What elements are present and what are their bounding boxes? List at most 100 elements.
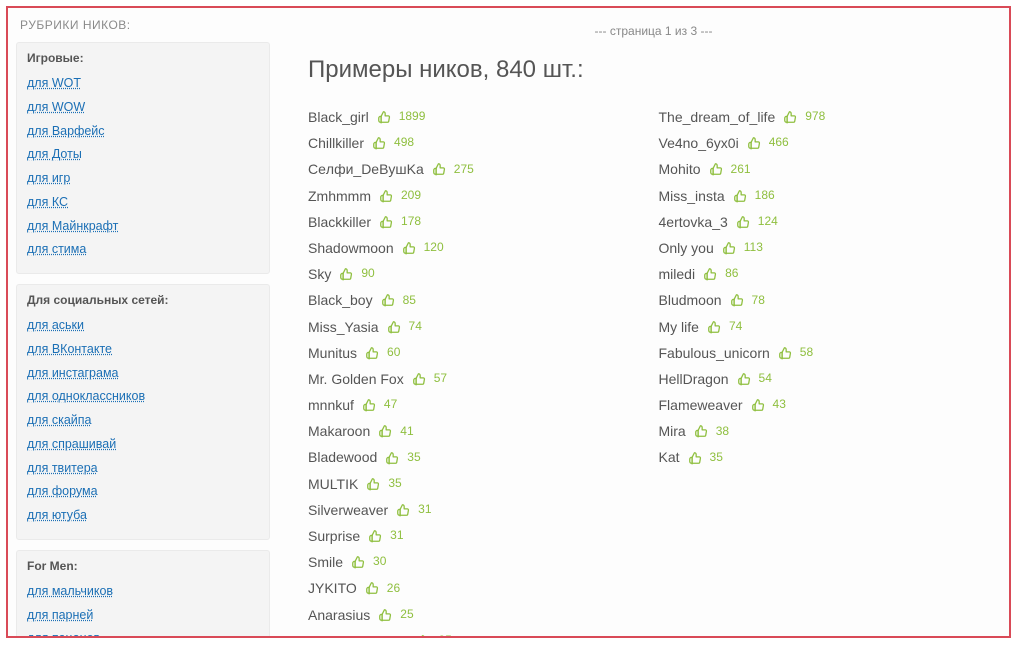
sidebar-link[interactable]: для мальчиков bbox=[27, 584, 113, 598]
thumbs-up-icon[interactable] bbox=[707, 320, 721, 334]
sidebar-link[interactable]: для инстаграма bbox=[27, 366, 119, 380]
nick-name[interactable]: miledi bbox=[659, 265, 696, 283]
nick-row: Silverweaver31 bbox=[308, 501, 649, 519]
nick-name[interactable]: Chillkiller bbox=[308, 134, 364, 152]
nick-name[interactable]: MULTIK bbox=[308, 475, 358, 493]
thumbs-up-icon[interactable] bbox=[365, 581, 379, 595]
thumbs-up-icon[interactable] bbox=[379, 215, 393, 229]
sidebar-item: для игр bbox=[27, 168, 259, 188]
thumbs-up-icon[interactable] bbox=[385, 451, 399, 465]
nick-name[interactable]: Blackkiller bbox=[308, 213, 371, 231]
thumbs-up-icon[interactable] bbox=[703, 267, 717, 281]
sidebar-link[interactable]: для WOW bbox=[27, 100, 85, 114]
nick-name[interactable]: Miss_insta bbox=[659, 187, 725, 205]
nick-row: My life74 bbox=[659, 318, 1000, 336]
sidebar-link[interactable]: для одноклассников bbox=[27, 389, 145, 403]
thumbs-up-icon[interactable] bbox=[736, 215, 750, 229]
nick-name[interactable]: 4ertovka_3 bbox=[659, 213, 728, 231]
sidebar-item: для спрашивай bbox=[27, 434, 259, 454]
thumbs-up-icon[interactable] bbox=[379, 189, 393, 203]
nick-name[interactable]: Bludmoon bbox=[659, 291, 722, 309]
sidebar-link[interactable]: для твитера bbox=[27, 461, 98, 475]
nick-name[interactable]: HellDragon bbox=[659, 370, 729, 388]
thumbs-up-icon[interactable] bbox=[737, 372, 751, 386]
nick-name[interactable]: Munitus bbox=[308, 344, 357, 362]
nick-name[interactable]: mnnkuf bbox=[308, 396, 354, 414]
nick-row: mnnkuf47 bbox=[308, 396, 649, 414]
thumbs-up-icon[interactable] bbox=[688, 451, 702, 465]
nick-name[interactable]: Bladewood bbox=[308, 448, 377, 466]
thumbs-up-icon[interactable] bbox=[751, 398, 765, 412]
sidebar-link[interactable]: для спрашивай bbox=[27, 437, 116, 451]
sidebar-link[interactable]: для скайпа bbox=[27, 413, 91, 427]
thumbs-up-icon[interactable] bbox=[372, 136, 386, 150]
nick-name[interactable]: Shadowmoon bbox=[308, 239, 394, 257]
thumbs-up-icon[interactable] bbox=[368, 529, 382, 543]
nick-name[interactable]: Silverweaver bbox=[308, 501, 388, 519]
thumbs-up-icon[interactable] bbox=[351, 555, 365, 569]
like-count: 261 bbox=[731, 162, 751, 178]
sidebar-link[interactable]: для игр bbox=[27, 171, 70, 185]
nick-name[interactable]: JYKITO bbox=[308, 579, 357, 597]
sidebar-link[interactable]: для парней bbox=[27, 608, 93, 622]
thumbs-up-icon[interactable] bbox=[416, 634, 430, 636]
like-count: 1899 bbox=[399, 109, 426, 125]
thumbs-up-icon[interactable] bbox=[377, 110, 391, 124]
thumbs-up-icon[interactable] bbox=[733, 189, 747, 203]
thumbs-up-icon[interactable] bbox=[366, 477, 380, 491]
thumbs-up-icon[interactable] bbox=[722, 241, 736, 255]
thumbs-up-icon[interactable] bbox=[709, 162, 723, 176]
sidebar-link[interactable]: для ютуба bbox=[27, 508, 87, 522]
sidebar-link[interactable]: для Варфейс bbox=[27, 124, 105, 138]
nick-name[interactable]: Black_girl bbox=[308, 108, 369, 126]
sidebar-link[interactable]: для ВКонтакте bbox=[27, 342, 112, 356]
sidebar-link[interactable]: для КС bbox=[27, 195, 68, 209]
nick-name[interactable]: Surprise bbox=[308, 527, 360, 545]
nick-name[interactable]: Mohito bbox=[659, 160, 701, 178]
thumbs-up-icon[interactable] bbox=[783, 110, 797, 124]
sidebar-link[interactable]: для Майнкрафт bbox=[27, 219, 118, 233]
sidebar-link[interactable]: для аськи bbox=[27, 318, 84, 332]
nick-name[interactable]: Mr. Golden Fox bbox=[308, 370, 404, 388]
nick-name[interactable]: Smile bbox=[308, 553, 343, 571]
nick-row: Makaroon41 bbox=[308, 422, 649, 440]
sidebar-link[interactable]: для стима bbox=[27, 242, 86, 256]
thumbs-up-icon[interactable] bbox=[387, 320, 401, 334]
like-count: 85 bbox=[403, 293, 416, 309]
nick-name[interactable]: Fabulous_unicorn bbox=[659, 344, 770, 362]
nick-name[interactable]: Black_boy bbox=[308, 291, 373, 309]
sidebar-link[interactable]: для пацанов bbox=[27, 631, 100, 638]
thumbs-up-icon[interactable] bbox=[432, 162, 446, 176]
thumbs-up-icon[interactable] bbox=[365, 346, 379, 360]
nick-name[interactable]: Sky bbox=[308, 265, 331, 283]
nick-name[interactable]: Mira bbox=[659, 422, 686, 440]
thumbs-up-icon[interactable] bbox=[778, 346, 792, 360]
nick-name[interactable]: My life bbox=[659, 318, 699, 336]
thumbs-up-icon[interactable] bbox=[339, 267, 353, 281]
sidebar-link[interactable]: для WOT bbox=[27, 76, 81, 90]
sidebar-link[interactable]: для Доты bbox=[27, 147, 82, 161]
thumbs-up-icon[interactable] bbox=[730, 293, 744, 307]
nick-name[interactable]: Makaroon bbox=[308, 422, 370, 440]
thumbs-up-icon[interactable] bbox=[396, 503, 410, 517]
nick-name[interactable]: The_dream_of_life bbox=[659, 108, 776, 126]
nick-name[interactable]: Only you bbox=[659, 239, 714, 257]
thumbs-up-icon[interactable] bbox=[747, 136, 761, 150]
thumbs-up-icon[interactable] bbox=[694, 424, 708, 438]
nick-name[interactable]: Ve4no_6yx0i bbox=[659, 134, 739, 152]
nick-name[interactable]: Flameweaver bbox=[659, 396, 743, 414]
nick-name[interactable]: Ceлфи_DeByшKa bbox=[308, 160, 424, 178]
nick-name[interactable]: Anarasius bbox=[308, 606, 370, 624]
nick-name[interactable]: Zmhmmm bbox=[308, 187, 371, 205]
sidebar-item: для форума bbox=[27, 481, 259, 501]
thumbs-up-icon[interactable] bbox=[378, 424, 392, 438]
thumbs-up-icon[interactable] bbox=[381, 293, 395, 307]
thumbs-up-icon[interactable] bbox=[402, 241, 416, 255]
thumbs-up-icon[interactable] bbox=[362, 398, 376, 412]
sidebar-link[interactable]: для форума bbox=[27, 484, 98, 498]
nick-name[interactable]: Kat bbox=[659, 448, 680, 466]
nick-name[interactable]: Goldendefender bbox=[308, 632, 408, 636]
thumbs-up-icon[interactable] bbox=[378, 608, 392, 622]
thumbs-up-icon[interactable] bbox=[412, 372, 426, 386]
nick-name[interactable]: Miss_Yasia bbox=[308, 318, 379, 336]
